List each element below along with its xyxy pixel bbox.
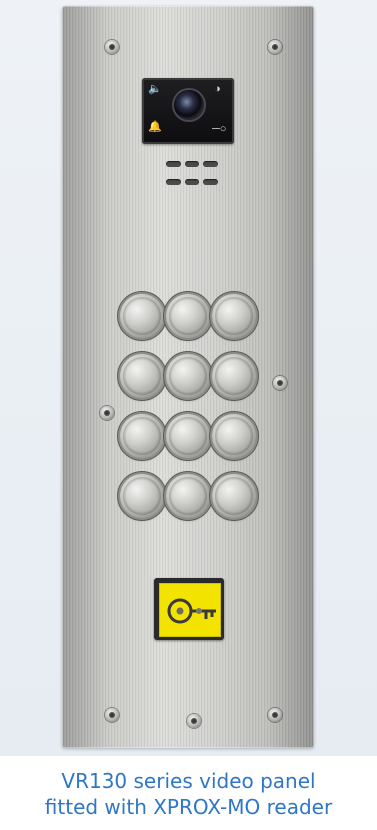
caption-line-2: fitted with XPROX-MO reader [44, 795, 333, 819]
keypad-button-5[interactable] [166, 354, 210, 398]
key-fob-icon [167, 598, 216, 624]
screw-bottom-center [187, 714, 201, 728]
speaker-slot [184, 179, 200, 185]
product-photo: 🔈 ◑ 🔔 ─○ [0, 0, 377, 756]
speaker-slot [203, 179, 218, 185]
speaker-slot [166, 179, 181, 185]
keypad [120, 294, 256, 526]
screw-bottom-left [105, 708, 119, 722]
keypad-button-2[interactable] [166, 294, 210, 338]
screw-bottom-right [268, 708, 282, 722]
keypad-button-9[interactable] [212, 414, 256, 458]
keypad-button-10[interactable] [120, 474, 164, 518]
caption-line-1: VR130 series video panel [61, 769, 316, 793]
camera-lens [174, 90, 204, 120]
keypad-button-12[interactable] [212, 474, 256, 518]
product-caption: VR130 series video panel fitted with XPR… [0, 768, 377, 820]
screw-top-left [105, 40, 119, 54]
speaker-slot [203, 161, 218, 167]
key-icon: ─○ [212, 123, 227, 135]
bell-icon: 🔔 [148, 121, 162, 133]
talk-icon: ◑ [214, 83, 221, 95]
keypad-button-3[interactable] [212, 294, 256, 338]
speaker-grille [166, 157, 218, 189]
keypad-button-6[interactable] [212, 354, 256, 398]
speaker-slot [184, 161, 200, 167]
reader-face [159, 583, 221, 637]
screw-mid-left [100, 406, 114, 420]
screw-top-right [268, 40, 282, 54]
proximity-reader[interactable] [154, 578, 224, 640]
speaker-slot [166, 161, 181, 167]
keypad-button-8[interactable] [166, 414, 210, 458]
door-entry-panel: 🔈 ◑ 🔔 ─○ [62, 6, 314, 748]
keypad-button-7[interactable] [120, 414, 164, 458]
camera-module: 🔈 ◑ 🔔 ─○ [142, 78, 234, 144]
keypad-button-11[interactable] [166, 474, 210, 518]
mute-speaker-icon: 🔈 [148, 83, 162, 95]
screw-mid-right [273, 376, 287, 390]
keypad-button-4[interactable] [120, 354, 164, 398]
keypad-button-1[interactable] [120, 294, 164, 338]
